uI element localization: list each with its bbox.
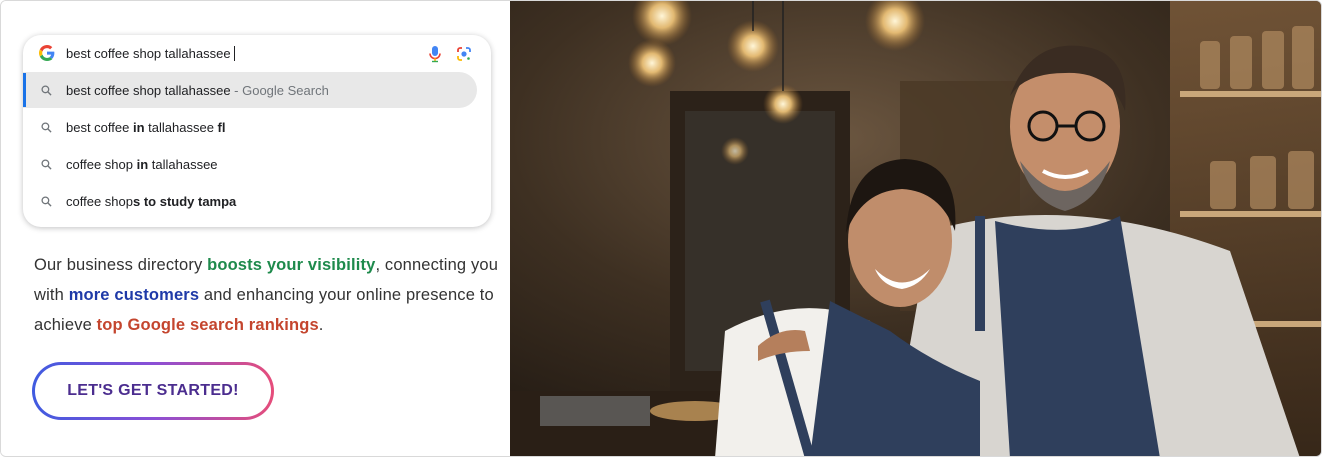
coffee-shop-owners-photo [510, 1, 1321, 456]
suggestion-text: coffee shop in tallahassee [66, 156, 218, 172]
highlight-customers: more customers [68, 286, 200, 304]
suggestion-item[interactable]: best coffee in tallahassee fl [23, 109, 478, 145]
google-logo-icon [39, 45, 55, 61]
text-caret [233, 46, 235, 61]
photo-illustration [510, 1, 1321, 456]
microphone-icon[interactable] [427, 45, 443, 63]
suggestion-item[interactable]: coffee shops to study tampa [23, 183, 478, 219]
suggestion-item[interactable]: coffee shop in tallahassee [23, 146, 478, 182]
left-panel: best coffee shop tallahassee best coffee… [1, 1, 510, 456]
suggestion-text: best coffee shop tallahassee - Google Se… [66, 82, 329, 98]
google-lens-icon[interactable] [456, 46, 472, 62]
suggestion-text: coffee shops to study tampa [66, 193, 237, 209]
search-icon [41, 196, 52, 207]
search-icon [41, 85, 52, 96]
search-icon [41, 159, 52, 170]
get-started-button[interactable]: LET'S GET STARTED! [32, 362, 274, 420]
search-icon [41, 122, 52, 133]
suggestion-item[interactable]: best coffee shop tallahassee - Google Se… [23, 72, 477, 108]
highlight-visibility: boosts your visibility [207, 256, 376, 274]
highlight-rankings: top Google search rankings [96, 316, 319, 334]
google-search-widget: best coffee shop tallahassee best coffee… [23, 35, 491, 227]
suggestion-text: best coffee in tallahassee fl [66, 119, 226, 135]
promo-card: best coffee shop tallahassee best coffee… [0, 0, 1322, 457]
search-query-text: best coffee shop tallahassee [66, 46, 231, 61]
search-input[interactable]: best coffee shop tallahassee [66, 46, 235, 61]
description-paragraph: Our business directory boosts your visib… [34, 256, 499, 334]
get-started-label: LET'S GET STARTED! [35, 365, 271, 417]
